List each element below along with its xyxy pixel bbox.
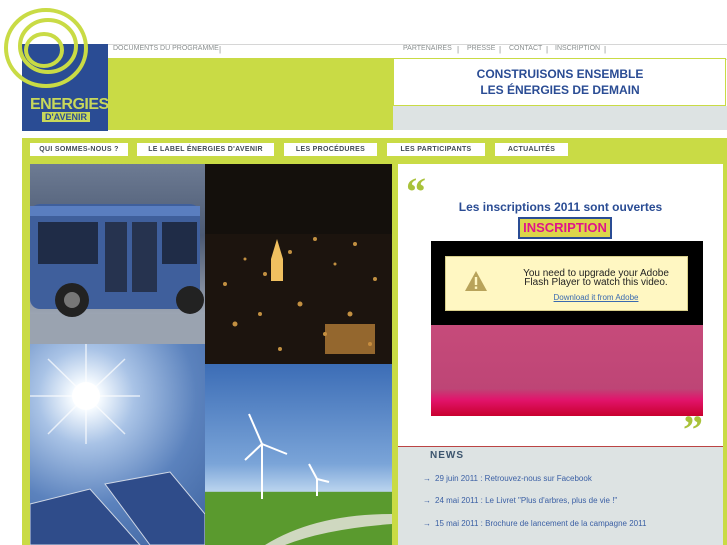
top-link-partners[interactable]: PARTENAIRES — [403, 45, 452, 52]
top-link-separator: | — [457, 45, 460, 54]
news-item-text[interactable]: 29 juin 2011 : Retrouvez-nous sur Facebo… — [435, 474, 592, 483]
nav-qui-sommes-nous[interactable]: QUI SOMMES-NOUS ? — [30, 143, 128, 156]
download-flash-link[interactable]: Download it from Adobe — [496, 293, 696, 302]
tagline-line-1: CONSTRUISONS ENSEMBLE — [476, 67, 644, 81]
arrow-right-icon: → — [423, 474, 431, 483]
news-item-text[interactable]: 15 mai 2011 : Brochure de lancement de l… — [435, 519, 646, 528]
nav-actualites[interactable]: ACTUALITÉS — [495, 143, 568, 156]
nav-procedures[interactable]: LES PROCÉDURES — [284, 143, 377, 156]
photo-city-night — [205, 164, 392, 364]
top-link-documents[interactable]: DOCUMENTS DU PROGRAMME — [113, 45, 219, 52]
inscription-button[interactable]: INSCRIPTION — [518, 217, 612, 239]
photo-solar-panels — [30, 344, 205, 545]
top-link-contact[interactable]: CONTACT — [509, 45, 542, 52]
photo-bus — [30, 164, 205, 344]
close-quote-icon: ” — [683, 407, 703, 452]
logo-rings-icon — [4, 8, 88, 88]
tagline-line-2: LES ÉNERGIES DE DEMAIN — [480, 83, 640, 97]
news-item-text[interactable]: 24 mai 2011 : Le Livret "Plus d'arbres, … — [435, 496, 617, 505]
arrow-right-icon: → — [423, 496, 431, 505]
header-green-panel — [108, 58, 393, 130]
header-gray-strip — [393, 106, 727, 130]
header-tagline-panel — [393, 58, 726, 106]
top-link-inscription[interactable]: INSCRIPTION — [555, 45, 600, 52]
warning-icon — [465, 271, 487, 291]
photo-wind-turbines — [205, 364, 392, 545]
logo-subtitle: D'AVENIR — [42, 112, 90, 122]
top-link-separator: | — [219, 45, 222, 54]
top-link-separator: | — [604, 45, 607, 54]
arrow-right-icon: → — [423, 519, 431, 528]
flash-message-line-2: Flash Player to watch this video. — [524, 277, 668, 288]
video-area[interactable] — [431, 325, 703, 416]
news-item[interactable]: → 24 mai 2011 : Le Livret "Plus d'arbres,… — [423, 496, 617, 505]
nav-participants[interactable]: LES PARTICIPANTS — [387, 143, 485, 156]
nav-label-energies[interactable]: LE LABEL ÉNERGIES D'AVENIR — [137, 143, 274, 156]
news-item[interactable]: → 29 juin 2011 : Retrouvez-nous sur Faceb… — [423, 474, 592, 483]
announcement-text: Les inscriptions 2011 sont ouvertes — [458, 200, 663, 214]
news-title: NEWS — [430, 450, 464, 461]
top-link-separator: | — [546, 45, 549, 54]
top-link-separator: | — [499, 45, 502, 54]
top-link-press[interactable]: PRESSE — [467, 45, 495, 52]
news-item[interactable]: → 15 mai 2011 : Brochure de lancement de … — [423, 519, 646, 528]
